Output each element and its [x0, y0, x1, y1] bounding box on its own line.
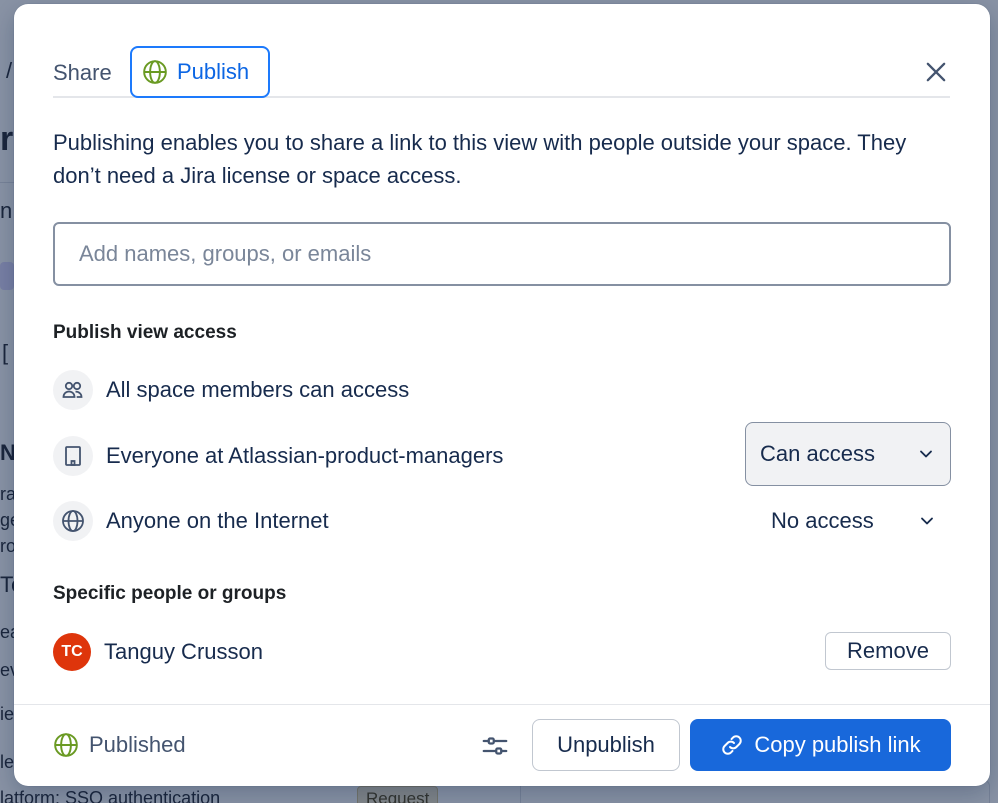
- specific-people-heading: Specific people or groups: [53, 583, 287, 604]
- access-row-organization: Everyone at Atlassian-product-managers C…: [53, 422, 951, 486]
- globe-icon: [143, 60, 167, 84]
- person-name: Tanguy Crusson: [104, 639, 263, 664]
- publish-view-access-heading: Publish view access: [53, 322, 237, 343]
- chevron-down-icon: [920, 450, 932, 458]
- add-people-input[interactable]: [53, 222, 951, 286]
- globe-icon: [54, 733, 78, 757]
- copy-publish-link-button[interactable]: Copy publish link: [690, 719, 951, 771]
- access-row-label: Everyone at Atlassian-product-managers: [106, 443, 504, 468]
- globe-icon: [53, 501, 93, 541]
- close-button[interactable]: [922, 58, 950, 86]
- close-icon: [926, 62, 946, 82]
- avatar: TC: [53, 633, 91, 671]
- access-row-label: All space members can access: [106, 377, 410, 402]
- tab-publish-label: Publish: [177, 59, 250, 84]
- published-status-label: Published: [89, 732, 186, 757]
- access-row-internet: Anyone on the Internet No access: [53, 499, 951, 543]
- tab-bar: Share Publish: [53, 46, 950, 98]
- link-icon: [722, 735, 743, 755]
- select-value: Can access: [760, 441, 875, 466]
- tab-publish[interactable]: Publish: [130, 46, 270, 98]
- select-value: No access: [771, 508, 874, 533]
- person-row: TC Tanguy Crusson Remove: [53, 630, 951, 674]
- chevron-down-icon: [921, 517, 933, 525]
- publish-modal: Share Publish Publishing enables you to …: [14, 4, 990, 786]
- tab-share[interactable]: Share: [53, 60, 112, 86]
- publish-settings-button[interactable]: [480, 731, 510, 761]
- remove-person-button[interactable]: Remove: [825, 632, 951, 670]
- access-row-label: Anyone on the Internet: [106, 508, 329, 533]
- office-building-icon: [53, 436, 93, 476]
- organization-access-select[interactable]: Can access: [745, 422, 951, 486]
- unpublish-button[interactable]: Unpublish: [532, 719, 680, 771]
- published-status: Published: [53, 732, 186, 758]
- publish-description: Publishing enables you to share a link t…: [53, 130, 907, 188]
- people-icon: [53, 370, 93, 410]
- modal-footer: Published Unpublish Copy publish link: [14, 704, 990, 786]
- copy-publish-link-label: Copy publish link: [754, 732, 921, 757]
- sliders-icon: [482, 737, 508, 755]
- access-row-space-members: All space members can access: [53, 368, 951, 412]
- internet-access-select[interactable]: No access: [745, 499, 951, 543]
